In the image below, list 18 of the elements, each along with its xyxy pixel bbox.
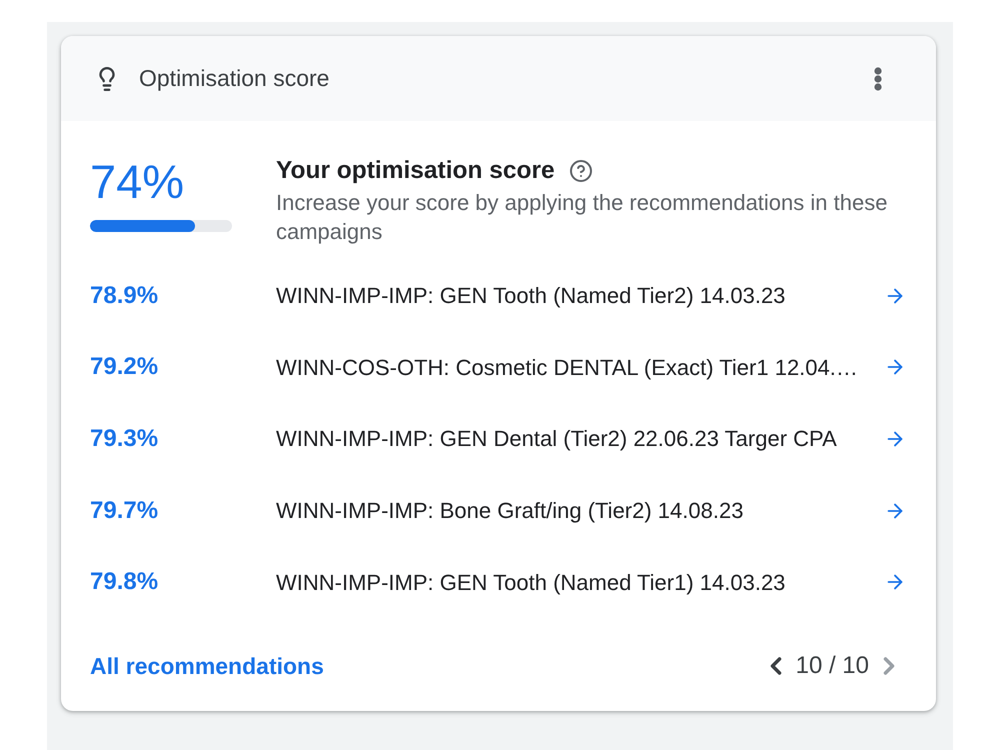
campaign-name: WINN-IMP-IMP: GEN Tooth (Named Tier2) 14.03.23 xyxy=(276,282,786,310)
campaign-score: 79.2% xyxy=(90,352,160,382)
campaign-name: WINN-IMP-IMP: GEN Dental (Tier2) 22.06.23 Targer CPA xyxy=(276,425,838,454)
all-recommendations-link[interactable]: All recommendations xyxy=(90,648,324,684)
score-percentage: 74% xyxy=(90,155,186,209)
campaign-score: 78.9% xyxy=(90,280,160,311)
card-title: Optimisation score xyxy=(139,64,330,94)
help-icon[interactable] xyxy=(568,159,593,183)
campaign-score: 79.7% xyxy=(90,496,160,526)
page-counter: 10 / 10 xyxy=(796,650,869,681)
more-options-icon[interactable] xyxy=(874,66,882,90)
campaign-name: WINN-IMP-IMP: Bone Graft/ing (Tier2) 14.08.23 xyxy=(276,497,744,526)
score-heading: Your optimisation score xyxy=(276,157,555,185)
campaign-score: 79.8% xyxy=(90,567,160,598)
score-description: Increase your score by applying the recommendations in these campaigns xyxy=(276,189,888,246)
campaign-name: WINN-IMP-IMP: GEN Tooth (Named Tier1) 14.03.23 xyxy=(276,568,786,597)
campaign-score: 79.3% xyxy=(90,424,160,454)
campaign-name: WINN-COS-OTH: Cosmetic DENTAL (Exact) Tier1 12.04.… xyxy=(276,354,859,382)
